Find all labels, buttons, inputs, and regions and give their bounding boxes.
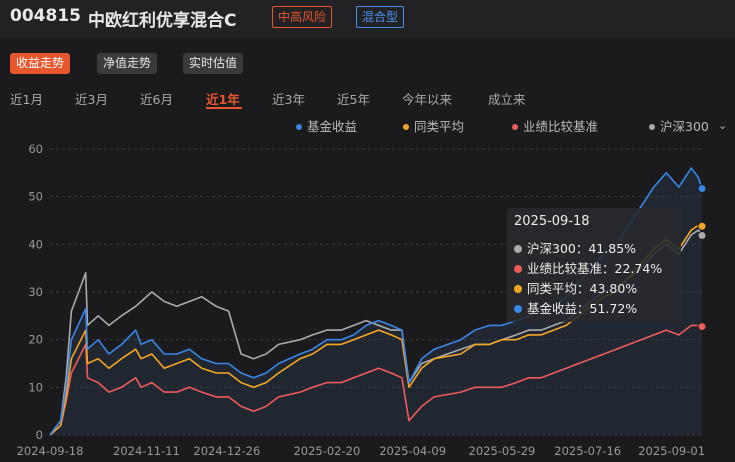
legend-dot-icon	[296, 123, 302, 130]
y-tick-label: 60	[28, 142, 43, 156]
period-5y[interactable]: 近5年	[337, 89, 370, 108]
tab-return-trend[interactable]: 收益走势	[10, 53, 71, 74]
x-tick-label: 2024-11-11	[113, 444, 180, 458]
tab-nav-trend[interactable]: 净值走势	[97, 53, 158, 74]
period-since-inception[interactable]: 成立来	[488, 89, 526, 108]
series-end-marker-2	[697, 322, 707, 332]
chart-tooltip: 2025-09-18 沪深300：41.85% 业绩比较基准：22.74% 同类…	[507, 208, 681, 322]
y-tick-label: 10	[28, 380, 43, 394]
x-tick-label: 2025-05-29	[469, 444, 536, 458]
legend-fund-return[interactable]: 基金收益	[296, 119, 357, 135]
x-tick-label: 2025-07-16	[554, 444, 621, 458]
legend-peer-average[interactable]: 同类平均	[403, 119, 464, 135]
period-6m[interactable]: 近6月	[140, 89, 173, 108]
y-tick-label: 50	[28, 190, 43, 204]
risk-tag: 中高风险	[272, 6, 333, 28]
x-tick-label: 2025-02-20	[293, 444, 360, 458]
legend-dot-icon	[403, 123, 409, 130]
x-tick-label: 2025-04-09	[379, 444, 446, 458]
tooltip-date: 2025-09-18	[514, 214, 590, 229]
legend-csi300[interactable]: 沪深300	[649, 119, 709, 135]
tooltip-dot-icon	[514, 244, 522, 253]
tooltip-row-fund-return: 基金收益：51.72%	[514, 298, 637, 317]
legend-benchmark[interactable]: 业绩比较基准	[512, 119, 598, 135]
x-tick-label: 2024-12-26	[193, 444, 260, 458]
tooltip-row-benchmark: 业绩比较基准：22.74%	[514, 258, 662, 277]
period-1m[interactable]: 近1月	[10, 89, 43, 108]
tooltip-dot-icon	[514, 284, 522, 293]
y-tick-label: 0	[36, 428, 43, 442]
chevron-down-icon[interactable]: ⌄	[718, 119, 727, 132]
x-tick-label: 2025-09-01	[638, 444, 705, 458]
tooltip-row-peer-average: 同类平均：43.80%	[514, 278, 637, 297]
y-tick-label: 20	[28, 333, 43, 347]
period-3y[interactable]: 近3年	[272, 89, 305, 108]
series-end-marker-1	[697, 221, 707, 231]
x-tick-label: 2024-09-18	[17, 444, 84, 458]
period-ytd[interactable]: 今年以来	[402, 89, 452, 108]
legend-dot-icon	[649, 123, 655, 130]
tooltip-dot-icon	[514, 304, 522, 313]
series-end-marker-0	[697, 183, 707, 193]
period-active-indicator	[206, 107, 242, 109]
period-3m[interactable]: 近3月	[75, 89, 108, 108]
y-tick-label: 40	[28, 237, 43, 251]
type-tag: 混合型	[356, 6, 405, 28]
fund-code: 004815	[10, 6, 81, 26]
series-end-marker-3	[697, 231, 707, 241]
period-1y[interactable]: 近1年	[206, 89, 240, 108]
y-tick-label: 30	[28, 285, 43, 299]
tooltip-dot-icon	[514, 264, 522, 273]
fund-name: 中欧红利优享混合C	[88, 11, 237, 31]
tab-realtime-estimate[interactable]: 实时估值	[183, 53, 244, 74]
tooltip-row-csi300: 沪深300：41.85%	[514, 238, 636, 257]
legend-dot-icon	[512, 123, 518, 130]
fund-header: 004815 中欧红利优享混合C 中高风险 混合型	[0, 0, 735, 38]
